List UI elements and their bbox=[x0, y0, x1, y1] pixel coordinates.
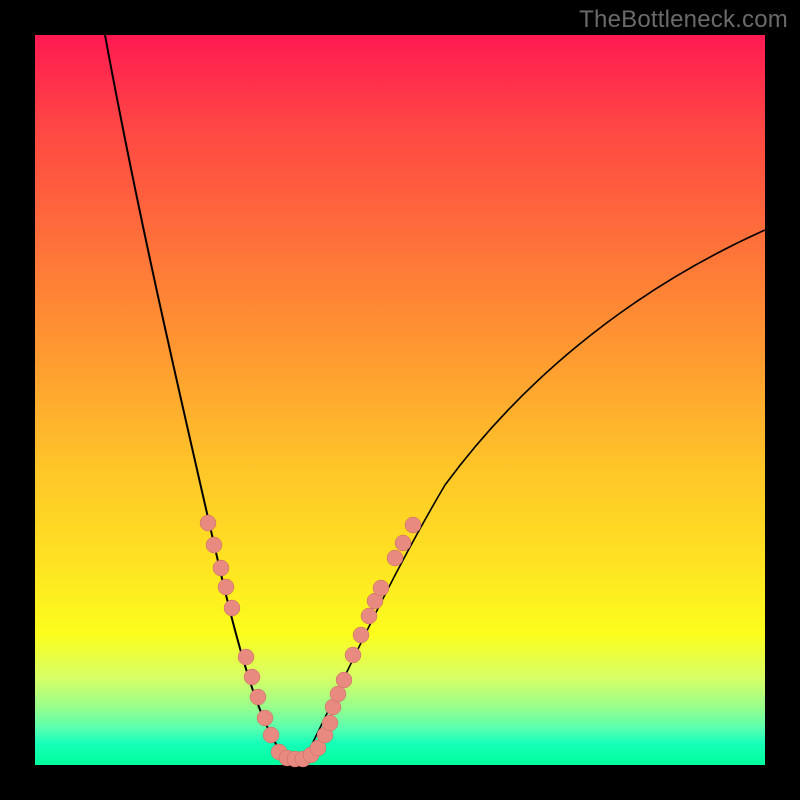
data-point bbox=[213, 560, 229, 576]
data-point bbox=[263, 727, 279, 743]
data-point bbox=[373, 580, 389, 596]
left-curve bbox=[105, 35, 285, 758]
data-point bbox=[244, 669, 260, 685]
chart-frame: TheBottleneck.com bbox=[0, 0, 800, 800]
data-point bbox=[353, 627, 369, 643]
data-point bbox=[405, 517, 421, 533]
right-curve bbox=[305, 230, 765, 758]
data-point bbox=[330, 686, 346, 702]
data-point bbox=[322, 715, 338, 731]
data-point bbox=[200, 515, 216, 531]
data-point bbox=[395, 535, 411, 551]
data-point bbox=[224, 600, 240, 616]
data-point bbox=[250, 689, 266, 705]
data-point bbox=[387, 550, 403, 566]
data-point bbox=[218, 579, 234, 595]
watermark-label: TheBottleneck.com bbox=[579, 6, 788, 34]
plot-area bbox=[35, 35, 765, 765]
data-point bbox=[361, 608, 377, 624]
data-point bbox=[345, 647, 361, 663]
data-point bbox=[206, 537, 222, 553]
data-point bbox=[238, 649, 254, 665]
data-point bbox=[257, 710, 273, 726]
data-point bbox=[336, 672, 352, 688]
chart-svg bbox=[35, 35, 765, 765]
